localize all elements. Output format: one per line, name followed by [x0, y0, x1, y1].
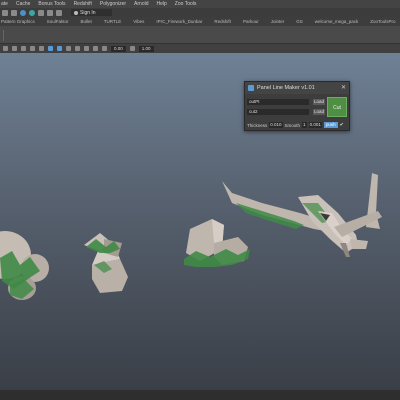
select-camera-icon[interactable] [3, 46, 8, 51]
arnold-icon[interactable] [56, 9, 62, 16]
menu-item-polygonizer[interactable]: Polygonizer [100, 1, 126, 7]
hypershade-icon[interactable] [29, 9, 35, 16]
airplane-object [222, 173, 382, 257]
menu-item-create[interactable]: ate [1, 1, 8, 7]
shelf-tab[interactable]: Jointer [271, 19, 285, 24]
shelf-tab[interactable]: Vibes [133, 19, 144, 24]
menu-item-help[interactable]: Help [157, 1, 167, 7]
thickness-field[interactable]: 0.010 [269, 122, 283, 128]
menu-item-zoo-tools[interactable]: Zoo Tools [175, 1, 197, 7]
shadows-icon[interactable] [84, 46, 89, 51]
cut-object-field[interactable]: cut2 [247, 109, 309, 115]
wireframe-icon[interactable] [48, 46, 53, 51]
wedge-object [184, 219, 250, 267]
shelf-divider [3, 30, 4, 41]
shelf-area [0, 26, 400, 44]
main-menu-bar: ate Cache Bonus Tools Redshift Polygoniz… [0, 0, 400, 8]
shelf-tab[interactable]: GS [296, 19, 303, 24]
camera-attributes-icon[interactable] [12, 46, 17, 51]
cube-object [84, 233, 128, 293]
window-titlebar[interactable]: Panel Line Maker v1.01 [245, 82, 349, 94]
options-row: Thickness 0.010 Smooth 1 0.001 push ✔ [247, 121, 349, 129]
xray-icon[interactable] [93, 46, 98, 51]
menu-item-arnold[interactable]: Arnold [134, 1, 148, 7]
shelf-tab[interactable]: TURTLE [104, 19, 121, 24]
shelf-tab[interactable]: Bullet [81, 19, 92, 24]
status-line: Sign In [0, 8, 400, 17]
cut-button[interactable]: Cut [327, 97, 347, 117]
panel-line-maker-window: Panel Line Maker v1.01 ✕ outPt Load cut2… [244, 81, 350, 131]
shelf-tab[interactable]: Pattern Graphics [1, 19, 35, 24]
smooth-shade-icon[interactable] [57, 46, 62, 51]
bookmark-icon[interactable] [21, 46, 26, 51]
load-source-button[interactable]: Load [313, 99, 325, 105]
bottom-status-bar [0, 390, 400, 400]
shelf-tab[interactable]: IPrC_Firework_Dunbar [156, 19, 202, 24]
window-title: Panel Line Maker v1.01 [257, 85, 315, 91]
viewport-toolbar: 0.00 1.00 [0, 44, 400, 53]
lights-icon[interactable] [75, 46, 80, 51]
render-view-icon[interactable] [47, 9, 53, 16]
source-object-field[interactable]: outPt [247, 99, 309, 105]
sign-in-dropdown[interactable]: Sign In [71, 9, 112, 16]
shelf-tab[interactable]: welcome_mega_pack [315, 19, 359, 24]
menu-item-bonus-tools[interactable]: Bonus Tools [38, 1, 65, 7]
shelf-tab[interactable]: Parkour [243, 19, 259, 24]
render-settings-icon[interactable] [11, 9, 17, 16]
gamma-field[interactable]: 1.00 [138, 45, 154, 52]
window-icon [248, 85, 254, 91]
shelf-tab[interactable]: ZooToolsPro [370, 19, 395, 24]
sign-in-label: Sign In [80, 9, 96, 16]
push-button[interactable]: push [323, 122, 338, 128]
push-checkbox[interactable]: ✔ [340, 122, 344, 128]
pause-icon[interactable] [38, 9, 44, 16]
shelf-tab[interactable]: Redshift [214, 19, 231, 24]
menu-item-cache[interactable]: Cache [16, 1, 30, 7]
shelf-tabs: Pattern Graphics SoulFaktor Bullet TURTL… [0, 17, 400, 26]
blob-object [0, 231, 49, 300]
isolate-icon[interactable] [102, 46, 107, 51]
user-icon [74, 10, 78, 15]
textured-icon[interactable] [66, 46, 71, 51]
smooth-label: Smooth [284, 122, 301, 128]
thickness-label: Thickness [247, 122, 268, 128]
ipr-icon[interactable] [20, 9, 26, 16]
image-plane-icon[interactable] [30, 46, 35, 51]
close-icon[interactable]: ✕ [341, 84, 346, 91]
grid-icon[interactable] [39, 46, 44, 51]
offset-field[interactable]: 0.001 [308, 122, 322, 128]
smooth-field[interactable]: 1 [302, 122, 307, 128]
exposure-field[interactable]: 0.00 [111, 45, 126, 52]
shelf-tab[interactable]: SoulFaktor [47, 19, 69, 24]
load-cut-button[interactable]: Load [313, 109, 325, 115]
render-icon[interactable] [2, 9, 8, 16]
gamma-icon[interactable] [129, 46, 135, 51]
menu-item-redshift[interactable]: Redshift [74, 1, 92, 7]
